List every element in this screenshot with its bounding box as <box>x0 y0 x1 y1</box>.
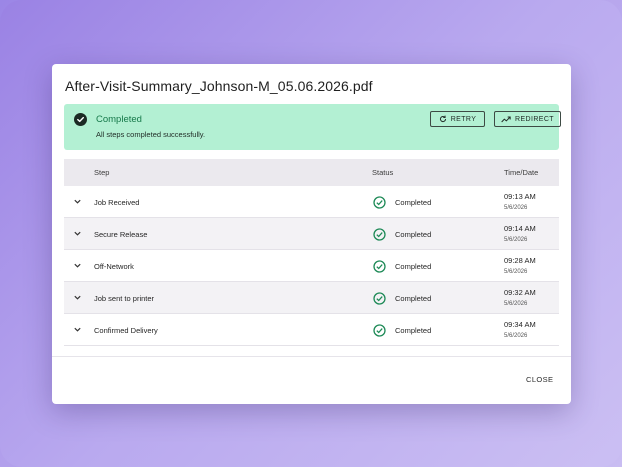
step-date: 5/6/2026 <box>504 269 528 275</box>
table-row[interactable]: Confirmed Delivery Completed 09:34 AM 5/6/2… <box>64 314 559 346</box>
banner-subtitle: All steps completed successfully. <box>96 130 206 139</box>
step-time: 09:34 AM <box>504 320 536 329</box>
check-circle-icon <box>74 113 87 126</box>
step-date: 5/6/2026 <box>504 333 528 339</box>
table-row[interactable]: Job sent to printer Completed 09:32 AM 5/6/… <box>64 282 559 314</box>
table-row[interactable]: Job Received Completed 09:13 AM 5/6/2026 <box>64 186 559 218</box>
step-name: Secure Release <box>94 230 148 239</box>
step-date: 5/6/2026 <box>504 301 528 307</box>
status-text: Completed <box>395 262 432 271</box>
steps-table: Step Status Time/Date Job Received Comple… <box>64 159 559 346</box>
status-text: Completed <box>395 294 432 303</box>
check-circle-icon <box>373 324 386 337</box>
status-text: Completed <box>395 230 432 239</box>
step-time: 09:32 AM <box>504 288 536 297</box>
chevron-down-icon[interactable] <box>73 325 82 334</box>
divider <box>52 356 571 357</box>
step-time: 09:14 AM <box>504 224 536 233</box>
status-text: Completed <box>395 198 432 207</box>
header-time: Time/Date <box>504 168 539 177</box>
banner-title: Completed <box>96 114 142 125</box>
step-time: 09:13 AM <box>504 192 536 201</box>
check-circle-icon <box>373 196 386 209</box>
dialog-title: After-Visit-Summary_Johnson-M_05.06.2026… <box>65 78 373 94</box>
status-banner: Completed All steps completed successful… <box>64 104 561 150</box>
close-button[interactable]: CLOSE <box>526 375 553 384</box>
retry-button[interactable]: RETRY <box>430 111 485 127</box>
step-date: 5/6/2026 <box>504 205 528 211</box>
step-date: 5/6/2026 <box>504 237 528 243</box>
header-step: Step <box>94 168 110 177</box>
step-name: Off-Network <box>94 262 134 271</box>
check-circle-icon <box>373 260 386 273</box>
check-circle-icon <box>373 292 386 305</box>
retry-label: RETRY <box>450 115 477 123</box>
chevron-down-icon[interactable] <box>73 197 82 206</box>
refresh-icon <box>439 115 446 123</box>
table-row[interactable]: Secure Release Completed 09:14 AM 5/6/2026 <box>64 218 559 250</box>
chevron-down-icon[interactable] <box>73 293 82 302</box>
step-name: Job sent to printer <box>94 294 155 303</box>
dialog: After-Visit-Summary_Johnson-M_05.06.2026… <box>52 64 571 404</box>
step-name: Confirmed Delivery <box>94 326 158 335</box>
table-row[interactable]: Off-Network Completed 09:28 AM 5/6/2026 <box>64 250 559 282</box>
trending-icon <box>501 116 511 122</box>
backdrop: After-Visit-Summary_Johnson-M_05.06.2026… <box>0 0 622 467</box>
redirect-label: REDIRECT <box>515 115 554 123</box>
step-name: Job Received <box>94 198 140 207</box>
check-circle-icon <box>373 228 386 241</box>
header-status: Status <box>372 168 394 177</box>
chevron-down-icon[interactable] <box>73 261 82 270</box>
redirect-button[interactable]: REDIRECT <box>494 111 561 127</box>
step-time: 09:28 AM <box>504 256 536 265</box>
status-text: Completed <box>395 326 432 335</box>
table-header: Step Status Time/Date <box>64 159 559 186</box>
chevron-down-icon[interactable] <box>73 229 82 238</box>
